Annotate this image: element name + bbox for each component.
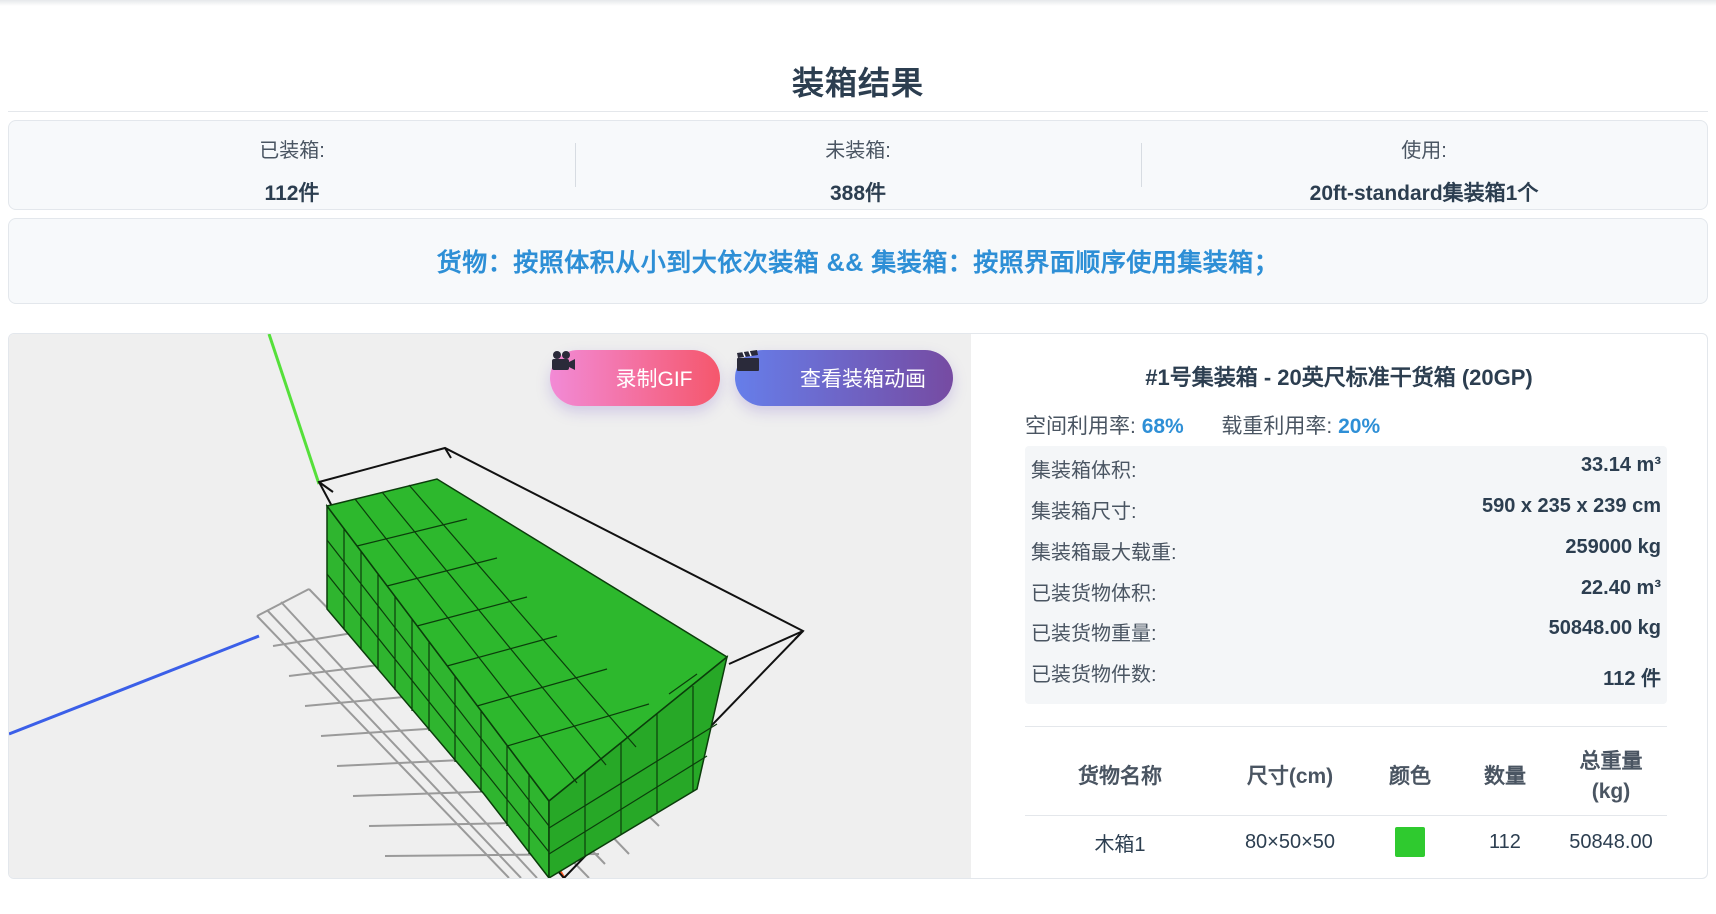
- header-weight-line2: (kg): [1591, 780, 1631, 803]
- strategy-text: 货物：按照体积从小到大依次装箱 && 集装箱：按照界面顺序使用集装箱；: [436, 249, 1280, 277]
- container-spec-box: 集装箱体积: 33.14 m³ 集装箱尺寸: 590 x 235 x 239 c…: [1025, 446, 1667, 704]
- container-info-panel: #1号集装箱 - 20英尺标准干货箱 (20GP) 空间利用率: 68% 载重利…: [971, 334, 1707, 878]
- packed-value: 112件: [264, 182, 320, 205]
- header-weight-line1: 总重量: [1579, 750, 1643, 773]
- spec-value: 259000 kg: [1565, 536, 1661, 558]
- record-gif-label: 录制GIF: [615, 368, 693, 391]
- unpacked-label: 未装箱:: [825, 140, 891, 162]
- color-swatch: [1395, 827, 1425, 857]
- load-util-label: 载重利用率:: [1221, 415, 1333, 438]
- z-axis-line: [9, 634, 260, 736]
- cell-color: [1365, 816, 1455, 869]
- result-panel: 录制GIF 查看装箱动画 #1号集装箱 - 20英尺标准干货箱 (20GP) 空…: [8, 333, 1708, 879]
- top-shadow: [0, 0, 1716, 6]
- spec-label: 集装箱体积:: [1031, 460, 1137, 482]
- cell-total-weight: 50848.00: [1569, 830, 1653, 853]
- spec-label: 集装箱尺寸:: [1031, 501, 1137, 523]
- video-camera-icon: [552, 351, 604, 389]
- header-color: 颜色: [1365, 739, 1455, 816]
- used-value: 20ft-standard集装箱1个: [1309, 182, 1539, 205]
- table-row: 木箱1 80×50×50 112 50848.00: [1025, 816, 1667, 869]
- header-total-weight: 总重量 (kg): [1555, 739, 1667, 816]
- spec-value: 33.14 m³: [1580, 454, 1661, 476]
- spec-value: 22.40 m³: [1580, 577, 1661, 599]
- spec-label: 集装箱最大载重:: [1031, 542, 1177, 564]
- spec-value: 590 x 235 x 239 cm: [1481, 495, 1661, 517]
- container-3d-scene[interactable]: [9, 334, 971, 878]
- cell-cargo-name: 木箱1: [1094, 833, 1146, 856]
- y-axis-line: [267, 334, 321, 485]
- page-title: 装箱结果: [791, 65, 924, 101]
- load-util-value: 20%: [1338, 415, 1381, 438]
- record-gif-button[interactable]: 录制GIF: [550, 350, 720, 406]
- spec-value: 50848.00 kg: [1548, 617, 1661, 639]
- cargo-table-header: 货物名称 尺寸(cm) 颜色 数量 总重量 (kg): [1025, 739, 1667, 816]
- summary-bar: 已装箱: 112件 未装箱: 388件 使用: 20ft-standard集装箱…: [8, 120, 1708, 210]
- spec-label: 已装货物件数:: [1031, 664, 1157, 686]
- clapperboard-icon: [737, 350, 788, 389]
- 3d-viewer-canvas[interactable]: 录制GIF 查看装箱动画: [9, 334, 971, 878]
- unpacked-value: 388件: [829, 182, 887, 205]
- summary-unpacked: 未装箱: 388件: [575, 121, 1141, 209]
- title-divider: [8, 111, 1708, 112]
- strategy-box: 货物：按照体积从小到大依次装箱 && 集装箱：按照界面顺序使用集装箱；: [8, 218, 1708, 304]
- summary-used: 使用: 20ft-standard集装箱1个: [1141, 121, 1707, 209]
- view-animation-button[interactable]: 查看装箱动画: [735, 350, 953, 406]
- spec-label: 已装货物体积:: [1031, 583, 1157, 605]
- table-divider: [1025, 726, 1667, 727]
- spec-label: 已装货物重量:: [1031, 623, 1157, 645]
- cell-size: 80×50×50: [1244, 830, 1336, 853]
- cell-quantity: 112: [1489, 830, 1521, 853]
- space-util-label: 空间利用率:: [1025, 415, 1136, 438]
- utilization-row: 空间利用率: 68% 载重利用率: 20%: [1025, 410, 1380, 440]
- space-util-value: 68%: [1141, 415, 1184, 438]
- used-label: 使用:: [1401, 140, 1447, 162]
- header-size: 尺寸(cm): [1215, 739, 1365, 816]
- header-cargo-name: 货物名称: [1025, 739, 1215, 816]
- view-animation-label: 查看装箱动画: [800, 368, 926, 391]
- cargo-table: 货物名称 尺寸(cm) 颜色 数量 总重量 (kg) 木箱1 80×50×50: [1025, 739, 1667, 868]
- summary-packed: 已装箱: 112件: [9, 121, 575, 209]
- packed-label: 已装箱:: [259, 140, 325, 162]
- header-quantity: 数量: [1455, 739, 1555, 816]
- container-title: #1号集装箱 - 20英尺标准干货箱 (20GP): [1145, 365, 1533, 390]
- spec-value: 112 件: [1603, 668, 1661, 690]
